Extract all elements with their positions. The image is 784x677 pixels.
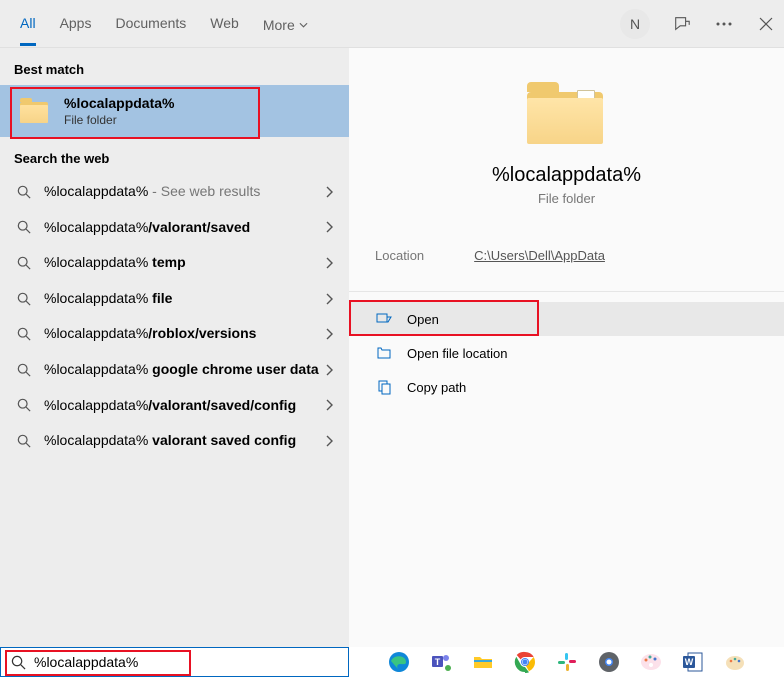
best-match-result[interactable]: %localappdata% File folder (0, 85, 349, 137)
chrome-icon[interactable] (514, 651, 536, 673)
search-icon (12, 256, 36, 270)
close-icon[interactable] (756, 14, 776, 34)
search-icon (12, 398, 36, 412)
tabs: All Apps Documents Web More (20, 1, 620, 46)
word-icon[interactable]: W (682, 651, 704, 673)
web-result[interactable]: %localappdata% - See web results (0, 174, 349, 210)
header-actions: N (620, 9, 776, 39)
tab-more[interactable]: More (263, 1, 308, 46)
web-result-text: %localappdata% google chrome user data (44, 360, 321, 380)
chevron-right-icon[interactable] (321, 328, 337, 340)
web-result-text: %localappdata%/valorant/saved/config (44, 396, 321, 416)
web-result-text: %localappdata% temp (44, 253, 321, 273)
folder-icon-large (527, 80, 607, 146)
svg-text:W: W (684, 657, 693, 667)
web-result[interactable]: %localappdata%/valorant/saved/config (0, 388, 349, 424)
web-result-text: %localappdata% file (44, 289, 321, 309)
main-content: Best match %localappdata% File folder Se… (0, 48, 784, 647)
folder-open-icon (375, 344, 393, 362)
location-row: Location C:\Users\Dell\AppData (349, 206, 784, 292)
action-list: Open Open file location Copy path (349, 302, 784, 404)
tab-all[interactable]: All (20, 1, 36, 46)
search-input[interactable] (34, 654, 338, 670)
action-copy-path-text: Copy path (407, 380, 466, 395)
chevron-right-icon[interactable] (321, 399, 337, 411)
tab-apps[interactable]: Apps (60, 1, 92, 46)
svg-text:T: T (434, 657, 440, 667)
web-result[interactable]: %localappdata% file (0, 281, 349, 317)
search-icon (12, 327, 36, 341)
search-icon (12, 185, 36, 199)
section-search-web: Search the web (0, 137, 349, 174)
search-icon (12, 434, 36, 448)
action-open-location[interactable]: Open file location (349, 336, 784, 370)
web-result-text: %localappdata%/roblox/versions (44, 324, 321, 344)
preview-pane: %localappdata% File folder Location C:\U… (349, 48, 784, 647)
results-pane: Best match %localappdata% File folder Se… (0, 48, 349, 647)
tab-web[interactable]: Web (210, 1, 239, 46)
web-result[interactable]: %localappdata% valorant saved config (0, 423, 349, 459)
web-result-text: %localappdata% valorant saved config (44, 431, 321, 451)
edge-icon[interactable] (388, 651, 410, 673)
explorer-icon[interactable] (472, 651, 494, 673)
folder-icon (20, 98, 50, 124)
chevron-down-icon (299, 22, 308, 28)
action-copy-path[interactable]: Copy path (349, 370, 784, 404)
search-icon (12, 220, 36, 234)
chevron-right-icon[interactable] (321, 293, 337, 305)
web-result-text: %localappdata%/valorant/saved (44, 218, 321, 238)
best-match-title: %localappdata% (64, 95, 174, 111)
chevron-right-icon[interactable] (321, 364, 337, 376)
more-options-icon[interactable] (714, 14, 734, 34)
location-link[interactable]: C:\Users\Dell\AppData (474, 248, 605, 263)
search-box[interactable] (0, 647, 349, 677)
search-icon (12, 363, 36, 377)
teams-icon[interactable]: T (430, 651, 452, 673)
chrome-dev-icon[interactable] (598, 651, 620, 673)
action-open-location-text: Open file location (407, 346, 507, 361)
feedback-icon[interactable] (672, 14, 692, 34)
header-tabs-bar: All Apps Documents Web More N (0, 0, 784, 48)
open-icon (375, 310, 393, 328)
section-best-match: Best match (0, 48, 349, 85)
web-result[interactable]: %localappdata%/valorant/saved (0, 210, 349, 246)
tab-documents[interactable]: Documents (115, 1, 186, 46)
user-avatar[interactable]: N (620, 9, 650, 39)
taskbar: T W (349, 651, 784, 673)
best-match-subtitle: File folder (64, 113, 174, 127)
location-label: Location (375, 248, 424, 263)
search-icon (12, 292, 36, 306)
paint-icon[interactable] (640, 651, 662, 673)
palette-icon[interactable] (724, 651, 746, 673)
slack-icon[interactable] (556, 651, 578, 673)
chevron-right-icon[interactable] (321, 257, 337, 269)
chevron-right-icon[interactable] (321, 186, 337, 198)
web-result[interactable]: %localappdata%/roblox/versions (0, 316, 349, 352)
action-open[interactable]: Open (349, 302, 784, 336)
chevron-right-icon[interactable] (321, 435, 337, 447)
web-result[interactable]: %localappdata% google chrome user data (0, 352, 349, 388)
action-open-text: Open (407, 312, 439, 327)
bottom-bar: T W (0, 647, 784, 677)
web-result-text: %localappdata% - See web results (44, 182, 321, 202)
search-icon (11, 655, 26, 670)
preview-subtitle: File folder (538, 191, 595, 206)
preview-title: %localappdata% (492, 164, 641, 187)
web-result[interactable]: %localappdata% temp (0, 245, 349, 281)
chevron-right-icon[interactable] (321, 221, 337, 233)
copy-icon (375, 378, 393, 396)
